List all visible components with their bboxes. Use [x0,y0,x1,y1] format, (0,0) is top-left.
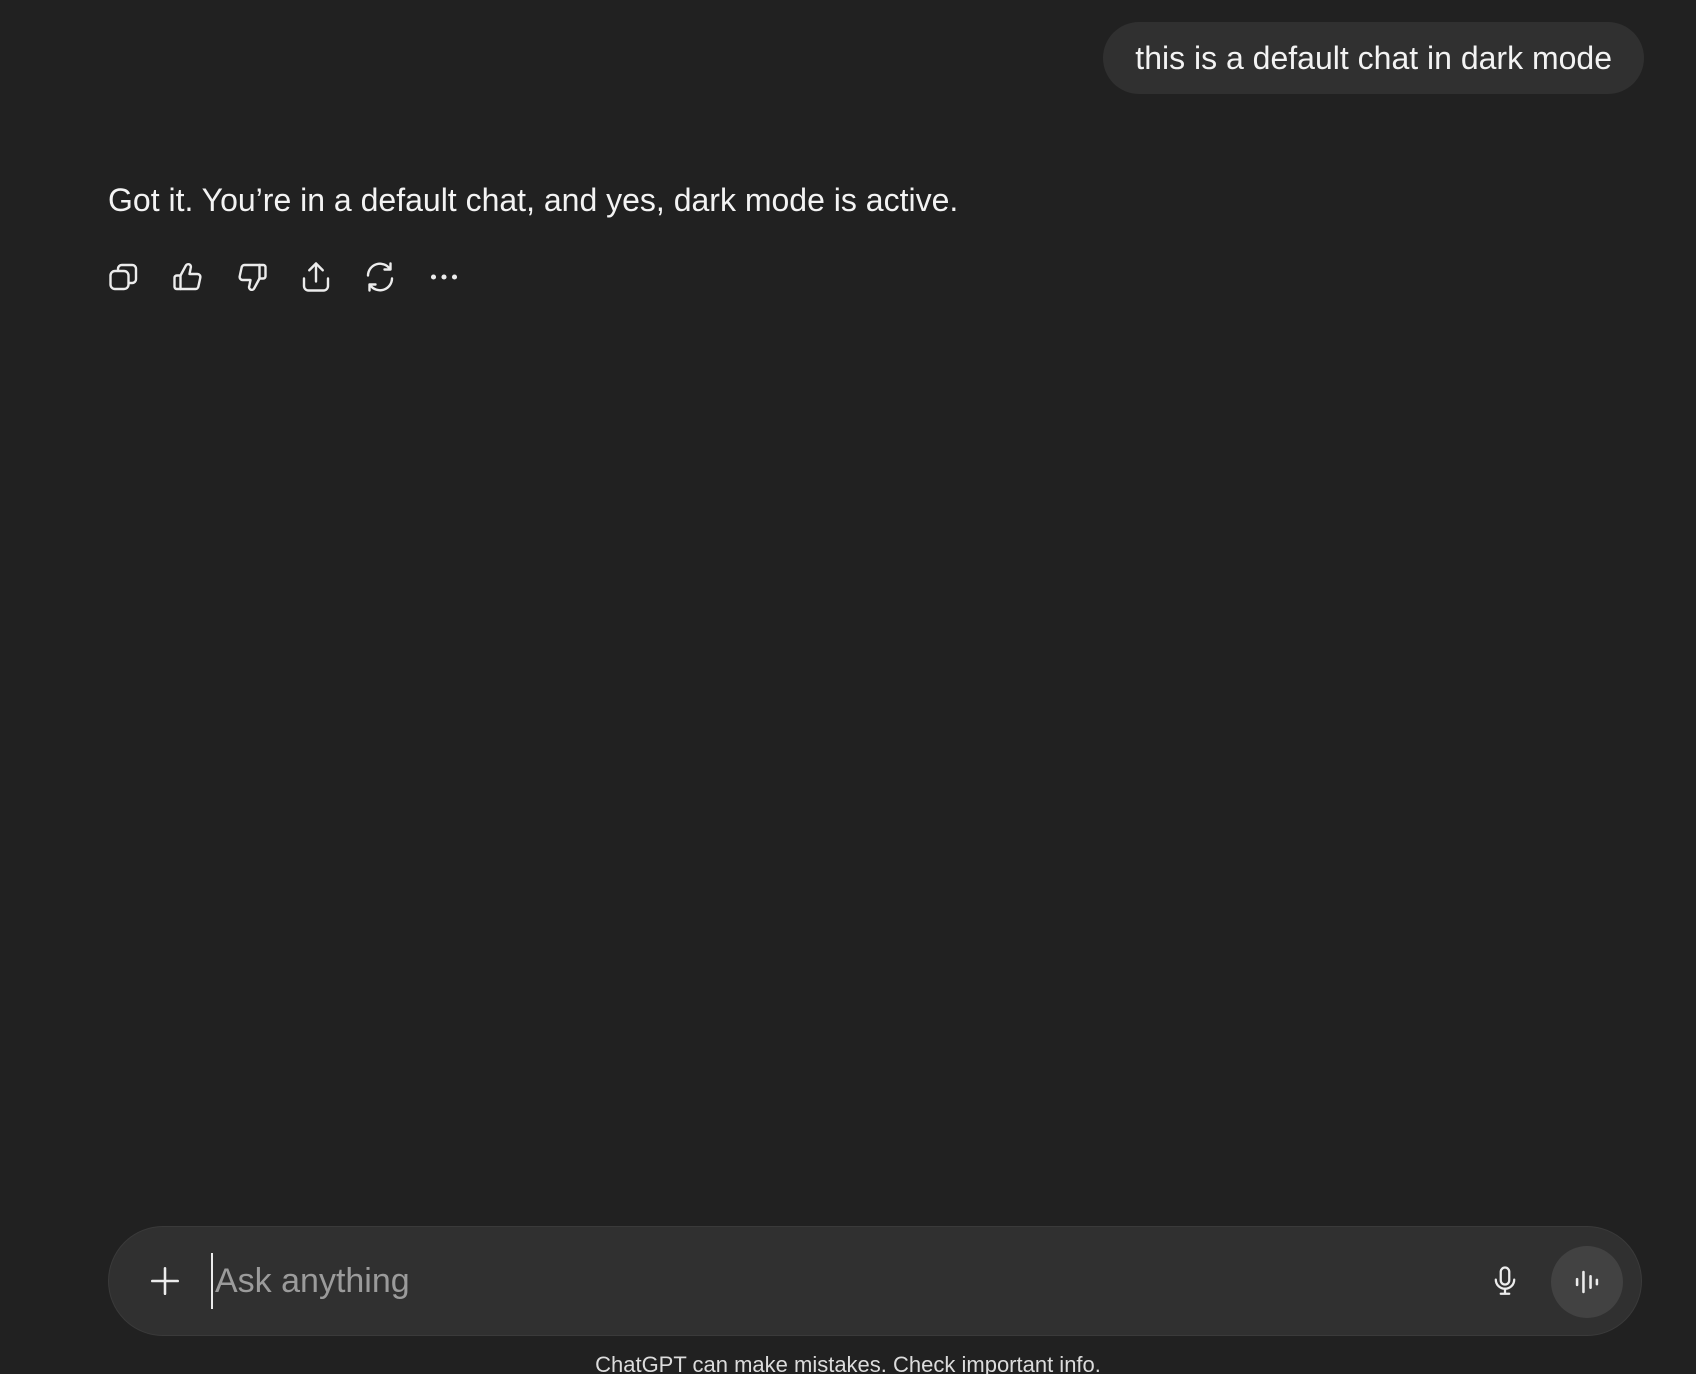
share-button[interactable] [296,257,336,297]
regenerate-icon [366,262,394,292]
user-message-text: this is a default chat in dark mode [1135,39,1612,76]
assistant-message-text: Got it. You’re in a default chat, and ye… [108,182,959,218]
dictate-button[interactable] [1481,1257,1529,1305]
add-attachment-button[interactable] [141,1257,189,1305]
regenerate-button[interactable] [360,257,400,297]
thumbs-down-icon [238,263,267,291]
voice-mode-button[interactable] [1551,1246,1623,1318]
copy-button[interactable] [104,257,144,297]
user-message-bubble: this is a default chat in dark mode [1103,22,1644,94]
share-icon [302,262,330,292]
disclaimer-text: ChatGPT can make mistakes. Check importa… [595,1352,1101,1374]
message-action-bar [104,257,464,297]
more-icon [430,274,458,280]
composer [108,1226,1642,1336]
microphone-icon [1494,1266,1516,1295]
copy-icon [109,263,138,291]
voice-waveform-icon [1575,1270,1599,1294]
prompt-input[interactable] [211,1253,1415,1309]
more-actions-button[interactable] [424,257,464,297]
thumbs-down-button[interactable] [232,257,272,297]
thumbs-up-button[interactable] [168,257,208,297]
chat-page: this is a default chat in dark mode Got … [0,0,1696,1374]
thumbs-up-icon [173,263,202,291]
plus-icon [150,1266,180,1296]
